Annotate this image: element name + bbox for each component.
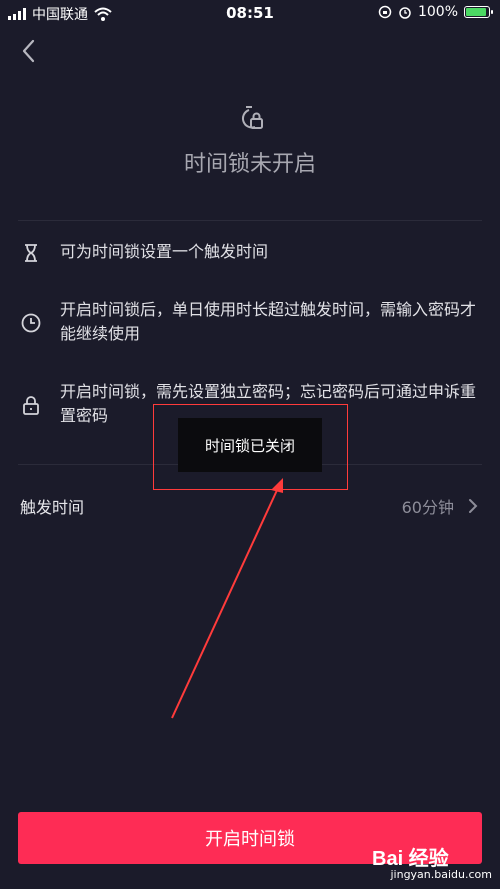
clock-icon <box>21 313 41 333</box>
battery-percent: 100% <box>417 4 458 20</box>
info-text: 可为时间锁设置一个触发时间 <box>60 242 269 261</box>
info-text: 开启时间锁后，单日使用时长超过触发时间，需输入密码才能继续使用 <box>60 300 477 343</box>
rotation-lock-icon <box>378 5 392 19</box>
info-item-trigger: 可为时间锁设置一个触发时间 <box>20 240 480 266</box>
battery-icon <box>464 6 493 18</box>
chevron-right-icon <box>469 499 478 513</box>
watermark-domain: jingyan.baidu.com <box>390 868 492 881</box>
info-item-usage: 开启时间锁后，单日使用时长超过触发时间，需输入密码才能继续使用 <box>20 298 480 350</box>
watermark-brand: Bai 经验 <box>372 848 449 870</box>
annotation-box <box>153 404 348 490</box>
status-right: 100% <box>378 4 493 20</box>
alarm-icon <box>399 7 411 19</box>
hourglass-icon <box>25 244 37 262</box>
page-title: 时间锁未开启 <box>183 152 316 177</box>
divider <box>18 220 482 221</box>
back-button[interactable] <box>14 36 44 66</box>
trigger-time-row[interactable]: 触发时间 60分钟 <box>0 484 500 528</box>
padlock-icon <box>23 396 39 415</box>
trigger-time-value: 60分钟 <box>401 498 454 517</box>
status-bar: 中国联通 08:51 100% <box>0 0 500 26</box>
lock-clock-icon <box>242 106 263 129</box>
trigger-time-label: 触发时间 <box>20 498 85 517</box>
baidu-watermark: Bai 经验 jingyan.baidu.com <box>372 842 492 882</box>
